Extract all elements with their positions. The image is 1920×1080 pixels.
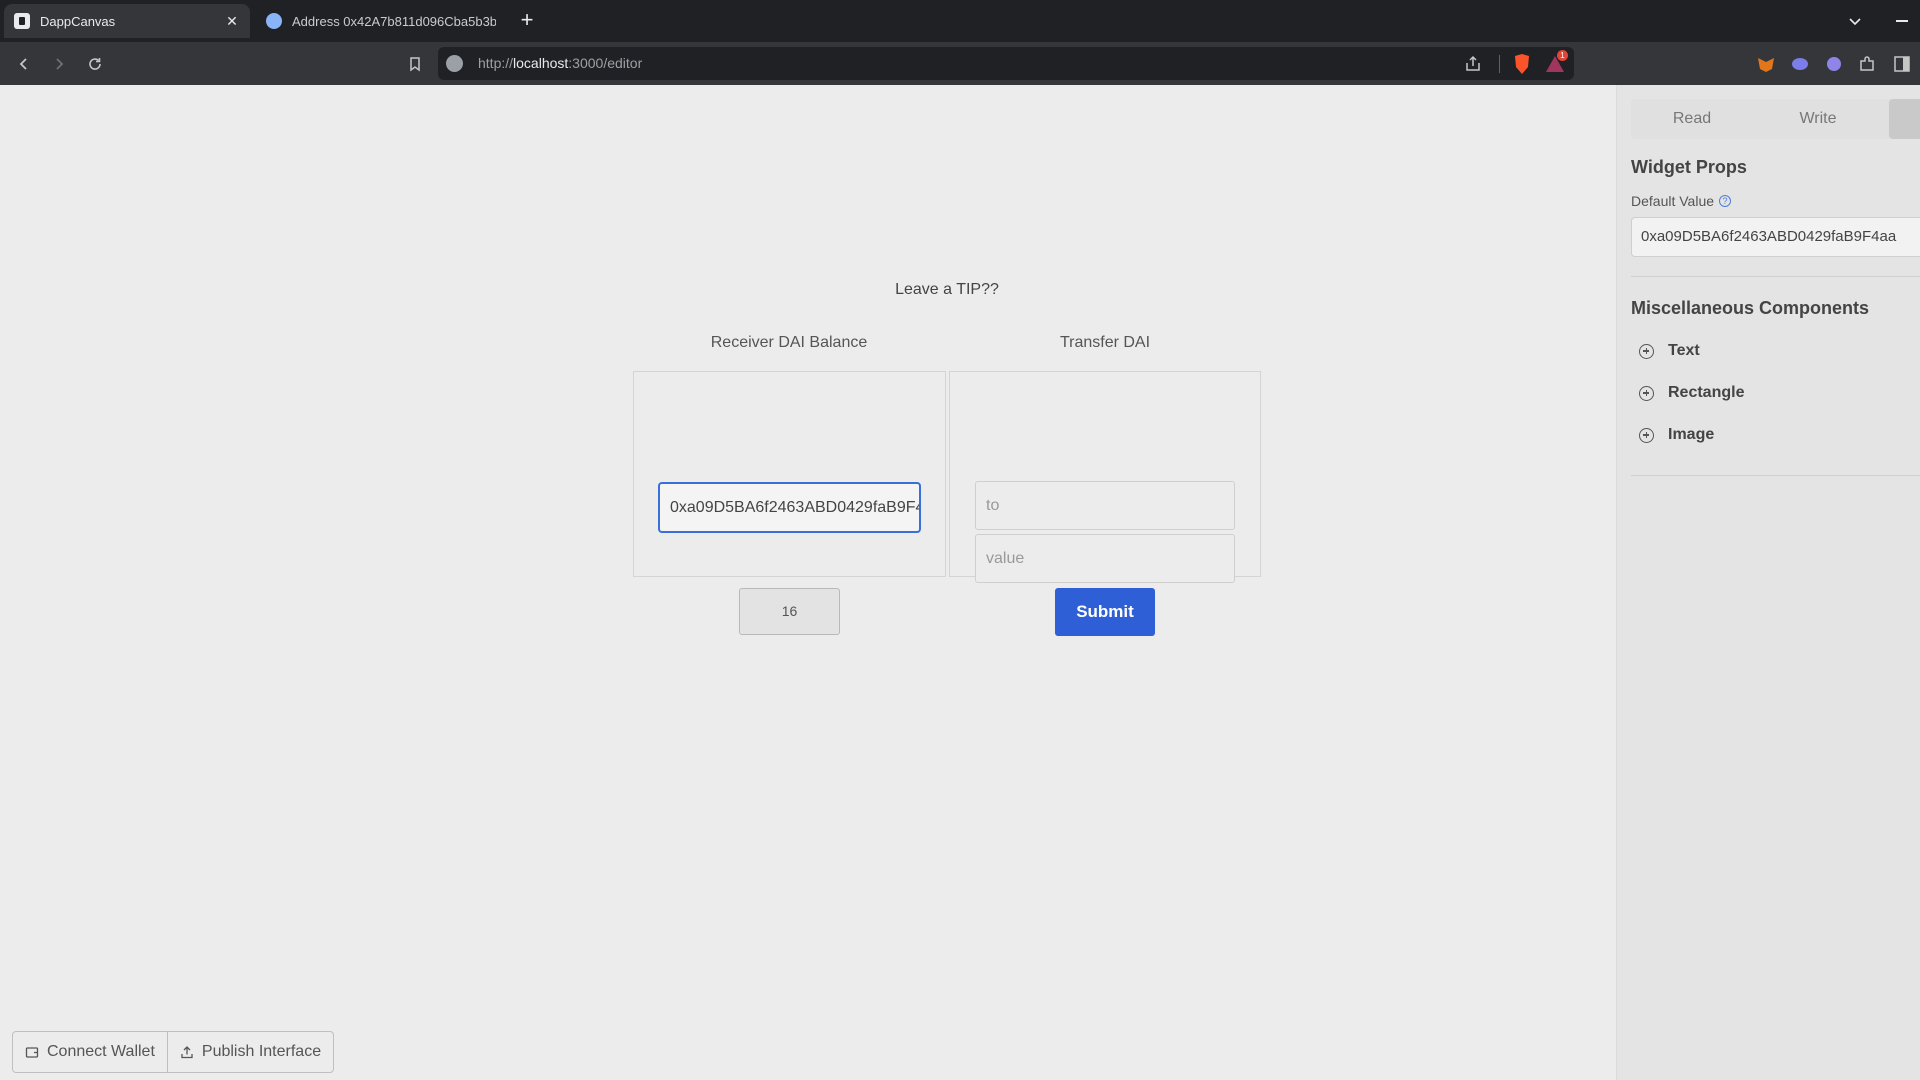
new-tab-icon[interactable]: + <box>516 9 538 32</box>
tab-address[interactable]: Address 0x42A7b811d096Cba5b3bb <box>262 4 500 38</box>
reload-icon[interactable] <box>83 52 107 76</box>
panel-tabs: Read Write <box>1631 99 1920 139</box>
tab-title: DappCanvas <box>40 13 116 29</box>
site-info-icon[interactable] <box>446 55 463 72</box>
browser-tab-bar: DappCanvas ✕ Address 0x42A7b811d096Cba5b… <box>0 0 1920 42</box>
add-circle-icon <box>1639 427 1654 443</box>
transfer-widget-label[interactable]: Transfer DAI <box>949 334 1261 352</box>
component-label: Text <box>1668 342 1700 359</box>
tab-search-chevron-icon[interactable] <box>1846 12 1864 30</box>
balance-widget-card[interactable] <box>633 371 946 577</box>
component-label: Image <box>1668 426 1715 443</box>
to-address-input[interactable]: to <box>975 481 1235 530</box>
divider <box>1499 55 1500 73</box>
editor-canvas[interactable] <box>0 85 1616 1080</box>
close-tab-icon[interactable]: ✕ <box>224 13 240 29</box>
browser-toolbar: http://localhost:3000/editor 1 <box>0 42 1920 85</box>
extension-icon[interactable] <box>1824 54 1844 74</box>
notification-badge: 1 <box>1557 50 1568 61</box>
back-icon[interactable] <box>12 52 36 76</box>
help-icon[interactable]: ? <box>1719 195 1732 207</box>
tab-write[interactable]: Write <box>1757 99 1879 139</box>
dappcanvas-favicon-icon <box>14 13 30 29</box>
submit-button[interactable]: Submit <box>1055 588 1155 636</box>
divider <box>1631 276 1920 277</box>
publish-interface-button[interactable]: Publish Interface <box>166 1032 333 1072</box>
bookmark-icon[interactable] <box>403 52 427 76</box>
add-circle-icon <box>1639 343 1654 359</box>
properties-panel: Read Write Widget Props Default Value ? … <box>1616 85 1920 1080</box>
tab-read[interactable]: Read <box>1631 99 1753 139</box>
misc-components-title: Miscellaneous Components <box>1631 298 1870 318</box>
puzzle-extensions-icon[interactable] <box>1857 54 1877 74</box>
default-value-label-text: Default Value <box>1631 193 1715 209</box>
component-label: Rectangle <box>1668 384 1745 401</box>
tab-dappcanvas[interactable]: DappCanvas ✕ <box>4 4 250 38</box>
divider <box>1631 475 1920 476</box>
connect-wallet-button[interactable]: Connect Wallet <box>13 1032 167 1072</box>
share-icon[interactable] <box>1462 53 1484 75</box>
value-input[interactable]: value <box>975 534 1235 583</box>
widget-props-title: Widget Props <box>1631 157 1747 177</box>
default-value-input[interactable]: 0xa09D5BA6f2463ABD0429faB9F4aa <box>1631 217 1920 257</box>
forward-icon[interactable] <box>47 52 71 76</box>
component-rectangle[interactable]: Rectangle <box>1639 384 1744 402</box>
address-bar[interactable]: http://localhost:3000/editor 1 <box>438 47 1574 80</box>
extension-icon[interactable] <box>1790 54 1810 74</box>
tab-title: Address 0x42A7b811d096Cba5b3bb <box>292 13 496 29</box>
publish-interface-label: Publish Interface <box>201 1043 322 1060</box>
canvas-headline-text[interactable]: Leave a TIP?? <box>0 281 1894 299</box>
component-text[interactable]: Text <box>1639 342 1700 360</box>
sidebar-toggle-icon[interactable] <box>1892 54 1912 74</box>
brave-shields-icon[interactable] <box>1512 53 1532 75</box>
url-text[interactable]: http://localhost:3000/editor <box>478 55 642 71</box>
component-image[interactable]: Image <box>1639 426 1714 444</box>
wallet-icon <box>25 1047 39 1058</box>
dai-balance-value: 16 <box>739 588 840 635</box>
connect-wallet-label: Connect Wallet <box>47 1043 155 1060</box>
tab-selected[interactable] <box>1889 99 1920 139</box>
etherscan-favicon-icon <box>266 13 282 29</box>
upload-icon <box>181 1046 193 1059</box>
bottom-action-bar: Connect Wallet Publish Interface <box>12 1031 335 1073</box>
balance-widget-label[interactable]: Receiver DAI Balance <box>633 334 945 352</box>
add-circle-icon <box>1639 385 1654 401</box>
default-value-label: Default Value ? <box>1631 193 1732 209</box>
minimize-icon[interactable] <box>1896 20 1908 22</box>
receiver-address-input[interactable]: 0xa09D5BA6f2463ABD0429faB9F4aa <box>658 482 921 533</box>
metamask-extension-icon[interactable] <box>1756 54 1776 74</box>
